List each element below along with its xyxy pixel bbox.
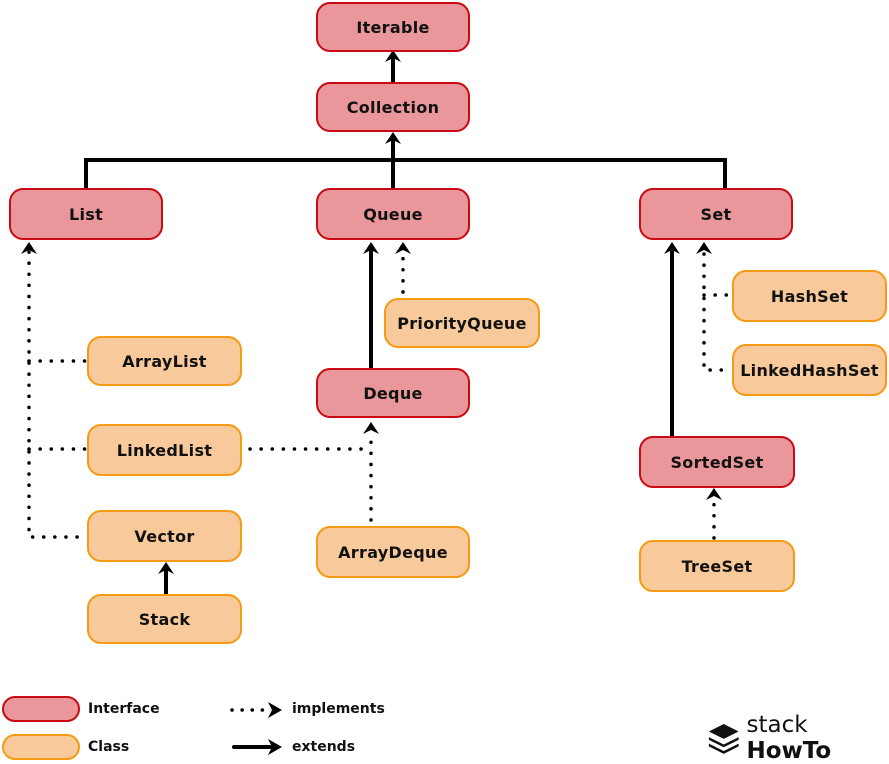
node-vector-label: Vector bbox=[134, 527, 194, 546]
arrowhead-sortedset-implements bbox=[706, 488, 722, 500]
node-arraylist-label: ArrayList bbox=[122, 352, 206, 371]
logo-text: stack HowTo bbox=[747, 712, 889, 764]
legend-implements-label: implements bbox=[292, 701, 385, 717]
edge-collection-children-bus bbox=[86, 160, 725, 188]
arrowhead-deque-implements bbox=[363, 422, 379, 434]
node-treeset-label: TreeSet bbox=[682, 557, 753, 576]
node-queue-label: Queue bbox=[363, 205, 423, 224]
node-deque: Deque bbox=[316, 368, 470, 418]
legend-implements-arrowhead bbox=[268, 702, 282, 718]
node-vector: Vector bbox=[87, 510, 242, 562]
legend-class-swatch bbox=[2, 734, 80, 760]
node-list: List bbox=[9, 188, 163, 240]
node-treeset: TreeSet bbox=[639, 540, 795, 592]
edge-set-implementations bbox=[704, 254, 732, 370]
node-iterable-label: Iterable bbox=[356, 18, 429, 37]
logo-text-light: stack bbox=[747, 712, 808, 738]
legend-interface-label: Interface bbox=[88, 701, 160, 717]
node-arraydeque: ArrayDeque bbox=[316, 526, 470, 578]
node-set: Set bbox=[639, 188, 793, 240]
node-sortedset: SortedSet bbox=[639, 436, 795, 488]
node-linkedlist-label: LinkedList bbox=[117, 441, 212, 460]
node-sortedset-label: SortedSet bbox=[670, 453, 763, 472]
node-list-label: List bbox=[69, 205, 103, 224]
node-stack: Stack bbox=[87, 594, 242, 644]
node-stack-label: Stack bbox=[139, 610, 191, 629]
node-linkedlist: LinkedList bbox=[87, 424, 242, 476]
node-arraylist: ArrayList bbox=[87, 336, 242, 386]
node-iterable: Iterable bbox=[316, 2, 470, 52]
node-linkedhashset-label: LinkedHashSet bbox=[740, 361, 879, 380]
node-priorityqueue-label: PriorityQueue bbox=[397, 314, 527, 333]
node-arraydeque-label: ArrayDeque bbox=[338, 543, 448, 562]
legend-class-label: Class bbox=[88, 739, 129, 755]
node-hashset-label: HashSet bbox=[771, 287, 848, 306]
node-queue: Queue bbox=[316, 188, 470, 240]
node-priorityqueue: PriorityQueue bbox=[384, 298, 540, 348]
arrowhead-set-implements bbox=[696, 242, 712, 254]
node-linkedhashset: LinkedHashSet bbox=[732, 344, 887, 396]
legend-interface-swatch bbox=[2, 696, 80, 722]
node-collection: Collection bbox=[316, 82, 470, 132]
node-collection-label: Collection bbox=[347, 98, 440, 117]
node-set-label: Set bbox=[701, 205, 732, 224]
node-hashset: HashSet bbox=[732, 270, 887, 322]
layers-icon bbox=[707, 721, 741, 755]
logo-text-bold: HowTo bbox=[747, 738, 832, 764]
node-deque-label: Deque bbox=[363, 384, 422, 403]
legend-extends-label: extends bbox=[292, 739, 355, 755]
edge-list-implementations bbox=[29, 252, 86, 537]
stackhowto-logo: stack HowTo bbox=[707, 712, 889, 764]
arrowhead-queue-implements bbox=[395, 242, 411, 254]
